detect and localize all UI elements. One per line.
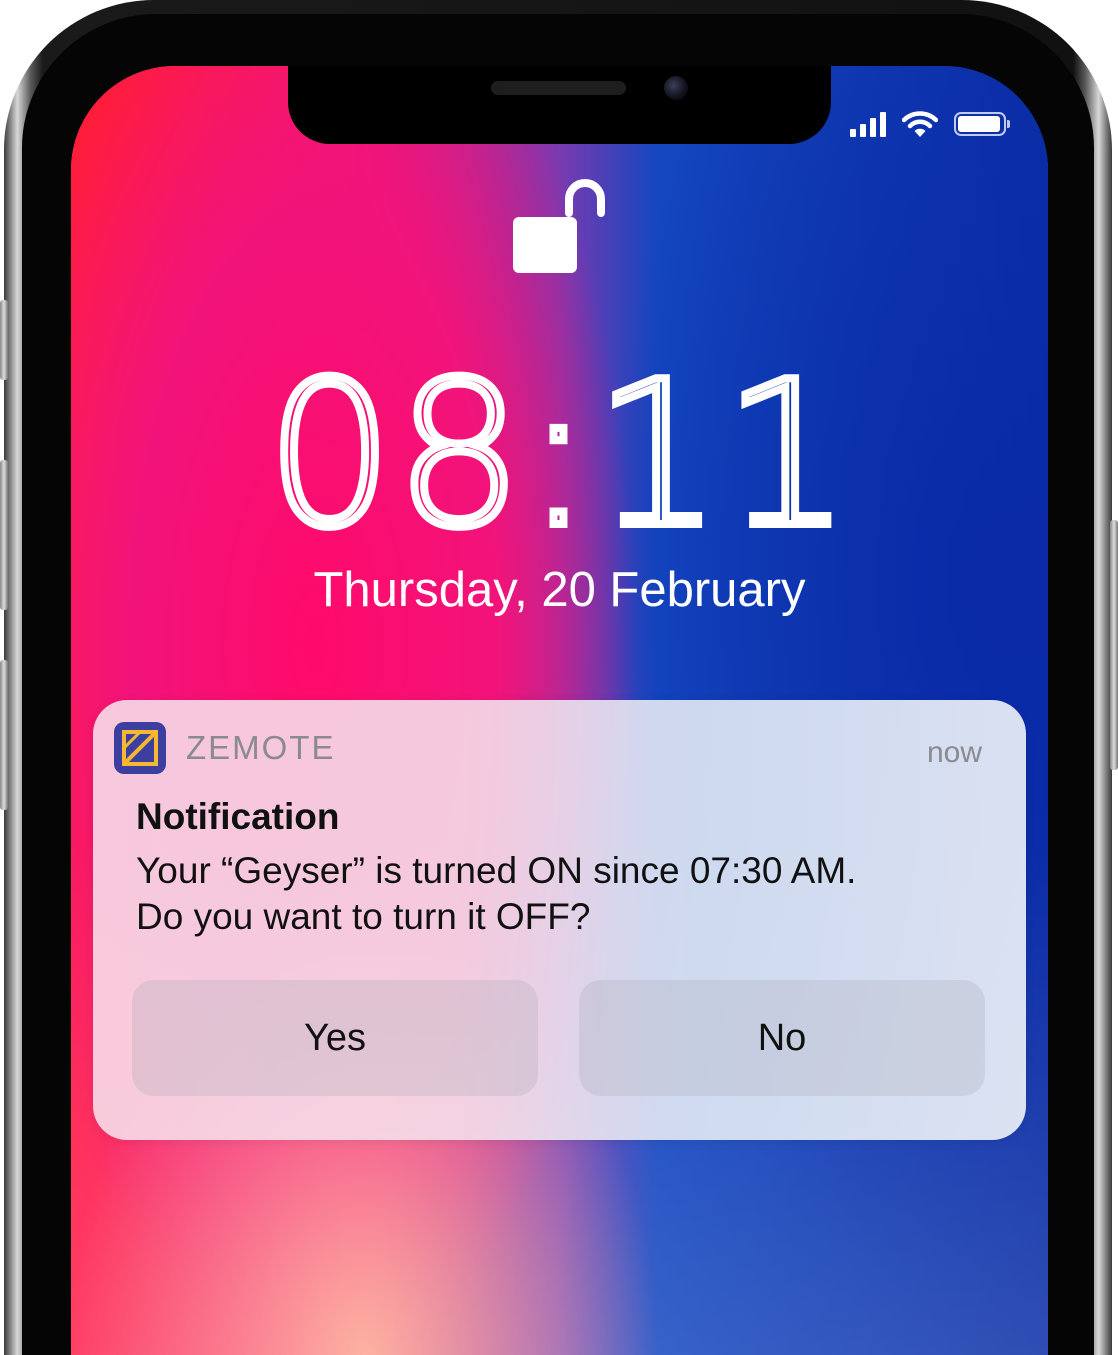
notification-actions: Yes No [132,980,985,1096]
notification-card[interactable]: ZEMOTE now Notification Your “Geyser” is… [93,700,1026,1140]
status-bar [850,110,1010,138]
earpiece-speaker [491,81,626,95]
cellular-signal-icon [850,111,886,137]
side-button-power [1110,520,1118,770]
side-button-volume-up [0,460,8,610]
notification-body: Your “Geyser” is turned ON since 07:30 A… [136,848,996,940]
notification-time: now [926,736,982,769]
side-button-volume-down [0,660,8,810]
no-button[interactable]: No [579,980,985,1096]
wifi-icon [902,111,938,137]
zemote-app-icon [114,722,166,774]
notification-body-line-2: Do you want to turn it OFF? [136,896,591,937]
notch [288,66,831,144]
clock: 08:11 [71,352,1048,560]
notification-header: ZEMOTE [114,722,336,774]
unlocked-padlock-icon [513,179,605,273]
side-button-mute [0,300,8,380]
yes-button[interactable]: Yes [132,980,538,1096]
lock-date: Thursday, 20 February [313,563,806,617]
notification-app-name: ZEMOTE [186,729,336,766]
clock-hours: 08 [262,339,526,572]
notification-body-line-1: Your “Geyser” is turned ON since 07:30 A… [136,850,857,891]
clock-separator: : [521,339,596,572]
battery-icon [954,112,1010,136]
clock-minutes: 11 [590,339,854,572]
notification-title: Notification [136,796,340,837]
lock-screen: 08:11 Thursday, 20 February ZEMOTE now N… [71,66,1048,1355]
battery-level [958,116,1000,132]
front-camera [664,76,688,100]
